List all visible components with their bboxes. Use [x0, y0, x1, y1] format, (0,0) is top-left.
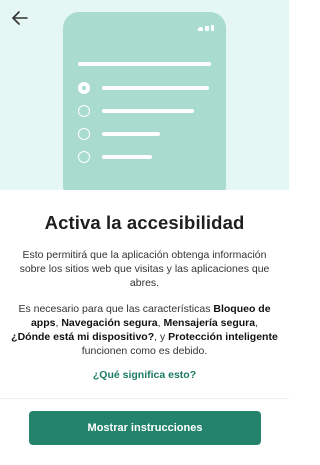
features-description: Es necesario para que las característica…	[11, 303, 278, 357]
status-icons	[198, 25, 214, 31]
radio-option	[78, 105, 194, 117]
illustration-area	[0, 0, 289, 190]
placeholder-line	[102, 155, 152, 159]
radio-option	[78, 82, 209, 94]
back-button[interactable]	[8, 8, 32, 30]
placeholder-line	[78, 62, 211, 66]
radio-option	[78, 151, 152, 163]
description: Esto permitirá que la aplicación obtenga…	[19, 249, 270, 289]
phone-illustration	[63, 12, 226, 190]
show-instructions-button[interactable]: Mostrar instrucciones	[29, 411, 261, 445]
divider	[0, 398, 289, 399]
radio-option	[78, 128, 160, 140]
radio-icon	[78, 128, 90, 140]
wifi-icon	[198, 27, 203, 31]
radio-selected-icon	[78, 82, 90, 94]
placeholder-line	[102, 132, 160, 136]
battery-icon	[211, 25, 214, 31]
feature-safe-messaging: Mensajería segura	[163, 317, 256, 329]
feature-smart-protection: Protección inteligente	[168, 331, 278, 343]
feature-find-device: ¿Dónde está mi dispositivo?	[11, 331, 155, 343]
features-intro: Es necesario para que las característica…	[18, 303, 214, 315]
main-content: Activa la accesibilidad Esto permitirá q…	[0, 212, 289, 383]
radio-icon	[78, 105, 90, 117]
what-does-this-mean-link[interactable]: ¿Qué significa esto?	[93, 369, 196, 381]
arrow-left-icon	[12, 9, 28, 30]
placeholder-line	[102, 86, 209, 90]
features-outro: funcionen como es debido.	[81, 345, 208, 357]
signal-icon	[205, 26, 209, 31]
placeholder-line	[102, 109, 194, 113]
radio-icon	[78, 151, 90, 163]
feature-safe-browsing: Navegación segura	[61, 317, 158, 329]
page-title: Activa la accesibilidad	[44, 212, 245, 233]
